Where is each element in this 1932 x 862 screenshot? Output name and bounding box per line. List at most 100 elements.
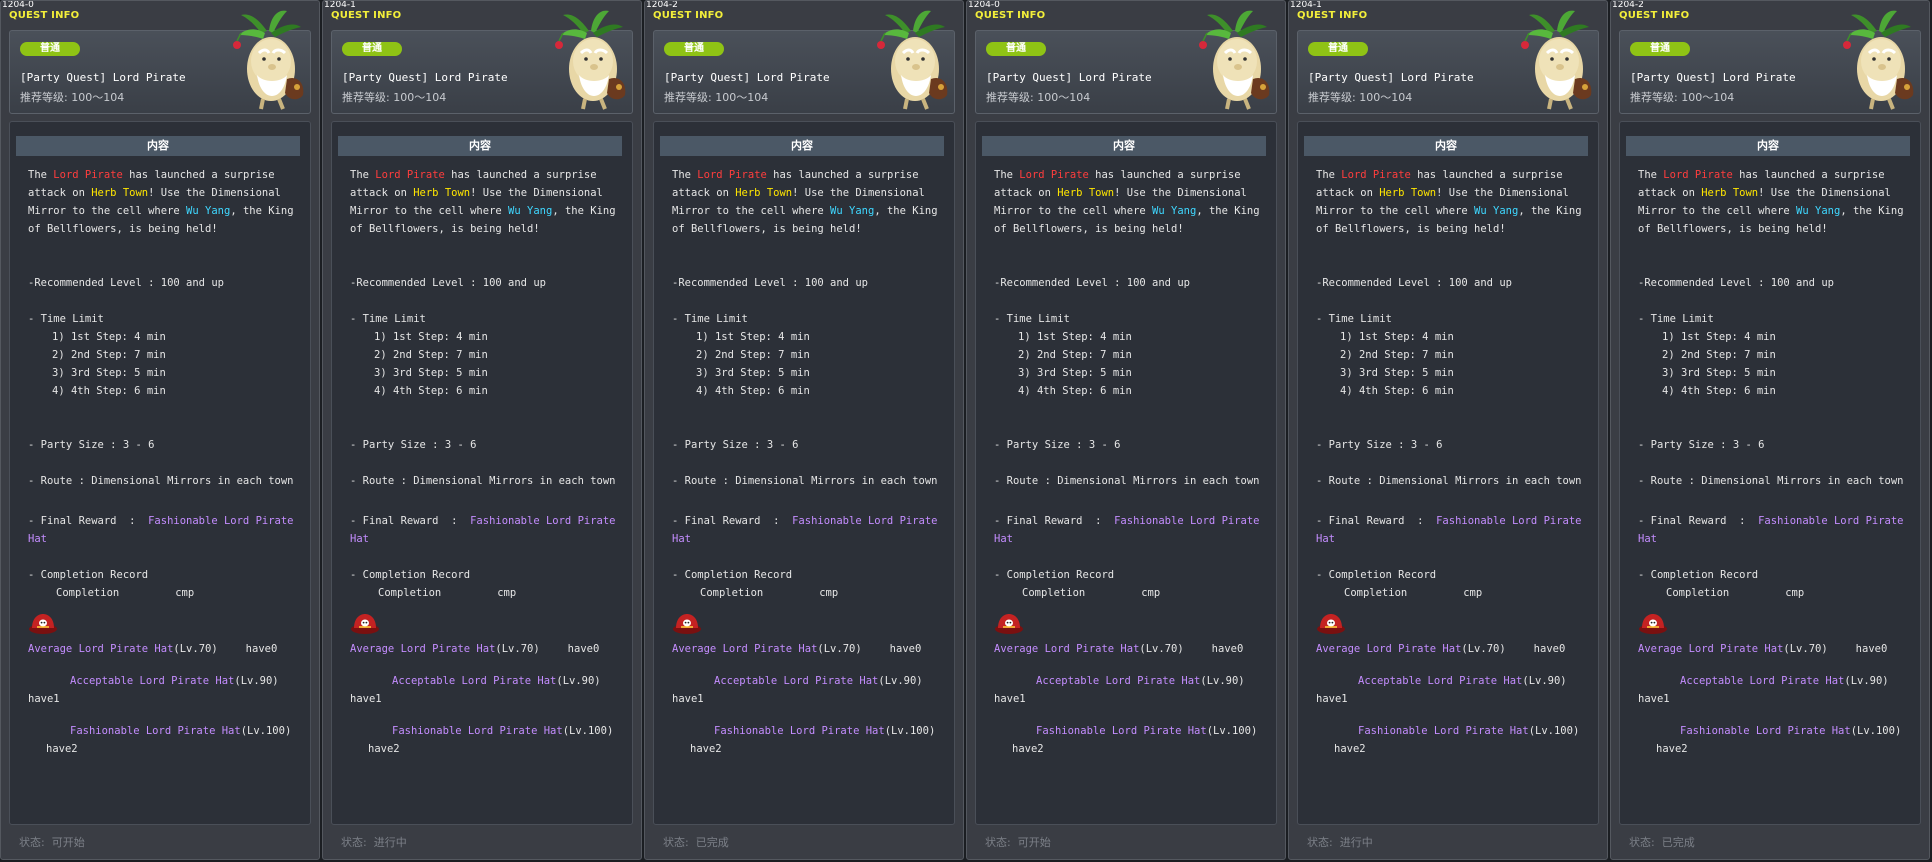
quest-header: 普通 [Party Quest] Lord Pirate 推荐等级: 100～1… xyxy=(9,10,311,114)
hat-name: Acceptable Lord Pirate Hat xyxy=(1680,675,1845,687)
final-reward-item: Fashionable Lord Pirate xyxy=(148,515,294,527)
completion-record-row: Completion cmp xyxy=(350,584,626,602)
text: ! Use the Dimensional xyxy=(1436,187,1569,199)
time-limit-title: - Time Limit xyxy=(1638,313,1714,325)
completion-record-row: Completion cmp xyxy=(994,584,1270,602)
route-line: - Route : Dimensional Mirrors in each to… xyxy=(672,475,938,487)
hat-level: (Lv.100) xyxy=(1206,725,1258,737)
quest-header: 普通 [Party Quest] Lord Pirate 推荐等级: 100～1… xyxy=(1619,10,1921,114)
text: ! Use the Dimensional xyxy=(470,187,603,199)
text: has launched a surprise xyxy=(766,169,919,181)
status-value: 已完成 xyxy=(1661,836,1695,849)
text: - Final Reward : xyxy=(994,515,1115,527)
hat-line-fashionable: Fashionable Lord Pirate Hat(Lv.100) xyxy=(1638,722,1914,740)
recommended-level: 推荐等级: 100～104 xyxy=(342,91,447,104)
completion-record-title: - Completion Record xyxy=(994,569,1115,581)
text: Mirror to the cell where xyxy=(350,205,509,217)
hat-name: Average Lord Pirate Hat xyxy=(28,643,174,655)
time-step: 3) 3rd Step: 5 min xyxy=(1340,367,1454,379)
quest-content-box: 内容 The Lord Pirate has launched a surpri… xyxy=(9,121,311,825)
hat-line-acceptable: Acceptable Lord Pirate Hat(Lv.90) xyxy=(672,672,948,690)
section-header-content: 内容 xyxy=(16,136,300,156)
text: attack on xyxy=(28,187,92,199)
pirate-hat-icon[interactable] xyxy=(994,612,1024,636)
quest-code: 1204-0 xyxy=(2,0,34,10)
pirate-hat-icon[interactable] xyxy=(350,612,380,636)
text: has launched a surprise xyxy=(1088,169,1241,181)
completion-value: cmp xyxy=(1141,587,1161,599)
quest-info-label: QUEST INFO xyxy=(975,10,1046,21)
completion-label: Completion xyxy=(1666,587,1730,599)
time-step: 2) 2nd Step: 7 min xyxy=(696,349,810,361)
npc-mandrake-portrait-icon xyxy=(1843,10,1914,110)
quest-title: [Party Quest] Lord Pirate xyxy=(1308,71,1474,84)
completion-value: cmp xyxy=(497,587,517,599)
quest-content-box: 内容 The Lord Pirate has launched a surpri… xyxy=(1297,121,1599,825)
difficulty-badge: 普通 xyxy=(986,42,1046,56)
highlight-lord-pirate: Lord Pirate xyxy=(375,169,445,181)
text: The xyxy=(1638,169,1664,181)
text: attack on xyxy=(1638,187,1702,199)
section-header-content: 内容 xyxy=(982,136,1266,156)
highlight-lord-pirate: Lord Pirate xyxy=(697,169,767,181)
final-reward-item: Fashionable Lord Pirate xyxy=(792,515,938,527)
pirate-hat-icon[interactable] xyxy=(672,612,702,636)
status-label: 状态: xyxy=(1629,836,1655,849)
quest-content-box: 内容 The Lord Pirate has launched a surpri… xyxy=(653,121,955,825)
reward-hat-row xyxy=(350,612,626,638)
quest-description: The Lord Pirate has launched a surprise … xyxy=(1638,166,1914,758)
hat-name: Fashionable Lord Pirate Hat xyxy=(714,725,885,737)
quest-info-label: QUEST INFO xyxy=(331,10,402,21)
difficulty-badge: 普通 xyxy=(342,42,402,56)
time-limit-title: - Time Limit xyxy=(994,313,1070,325)
text: has launched a surprise xyxy=(1410,169,1563,181)
time-step: 3) 3rd Step: 5 min xyxy=(1018,367,1132,379)
text: - Final Reward : xyxy=(1638,515,1759,527)
pirate-hat-icon[interactable] xyxy=(1316,612,1346,636)
final-reward-line: - Final Reward : Fashionable Lord Pirate xyxy=(672,512,948,530)
hat-level: (Lv.90) xyxy=(1522,675,1567,687)
highlight-wu-yang: Wu Yang xyxy=(1474,205,1519,217)
text: , the King xyxy=(552,205,616,217)
text: - Final Reward : xyxy=(1316,515,1437,527)
route-line: - Route : Dimensional Mirrors in each to… xyxy=(28,475,294,487)
quest-code: 1204-2 xyxy=(1612,0,1644,10)
hat-line-acceptable: Acceptable Lord Pirate Hat(Lv.90) xyxy=(994,672,1270,690)
hat-have: have0 xyxy=(245,643,278,655)
recommended-level: 推荐等级: 100～104 xyxy=(1308,91,1413,104)
pirate-hat-icon[interactable] xyxy=(28,612,58,636)
route-line: - Route : Dimensional Mirrors in each to… xyxy=(1316,475,1582,487)
description-line: of Bellflowers, is being held! xyxy=(350,223,540,235)
hat-have-acceptable: have1 xyxy=(350,693,382,705)
route-line: - Route : Dimensional Mirrors in each to… xyxy=(1638,475,1904,487)
text: ! Use the Dimensional xyxy=(1758,187,1891,199)
final-reward-item-cont: Hat xyxy=(1316,533,1335,545)
description-line: of Bellflowers, is being held! xyxy=(1316,223,1506,235)
recommended-level: 推荐等级: 100～104 xyxy=(20,91,125,104)
hat-have-acceptable: have1 xyxy=(672,693,704,705)
hat-line-fashionable: Fashionable Lord Pirate Hat(Lv.100) xyxy=(994,722,1270,740)
quest-title: [Party Quest] Lord Pirate xyxy=(20,71,186,84)
hat-have: have0 xyxy=(1211,643,1244,655)
description-line: The Lord Pirate has launched a surprise xyxy=(1316,166,1592,184)
recommended-level: 推荐等级: 100～104 xyxy=(664,91,769,104)
time-step: 2) 2nd Step: 7 min xyxy=(374,349,488,361)
hat-level: (Lv.100) xyxy=(562,725,614,737)
text: , the King xyxy=(874,205,938,217)
completion-value: cmp xyxy=(819,587,839,599)
time-step: 4) 4th Step: 6 min xyxy=(374,385,488,397)
text: , the King xyxy=(1518,205,1582,217)
recommended-level-line: -Recommended Level : 100 and up xyxy=(672,277,868,289)
status-label: 状态: xyxy=(341,836,367,849)
quest-status: 状态: 进行中 xyxy=(341,834,407,850)
highlight-wu-yang: Wu Yang xyxy=(1796,205,1841,217)
quest-status: 状态: 可开始 xyxy=(985,834,1051,850)
hat-level: (Lv.70) xyxy=(1139,643,1184,655)
status-label: 状态: xyxy=(19,836,45,849)
pirate-hat-icon[interactable] xyxy=(1638,612,1668,636)
hat-level: (Lv.70) xyxy=(173,643,218,655)
hat-line-acceptable: Acceptable Lord Pirate Hat(Lv.90) xyxy=(1316,672,1592,690)
quest-header: 普通 [Party Quest] Lord Pirate 推荐等级: 100～1… xyxy=(975,10,1277,114)
description-line: Mirror to the cell where Wu Yang, the Ki… xyxy=(1316,202,1592,220)
hat-name: Acceptable Lord Pirate Hat xyxy=(714,675,879,687)
